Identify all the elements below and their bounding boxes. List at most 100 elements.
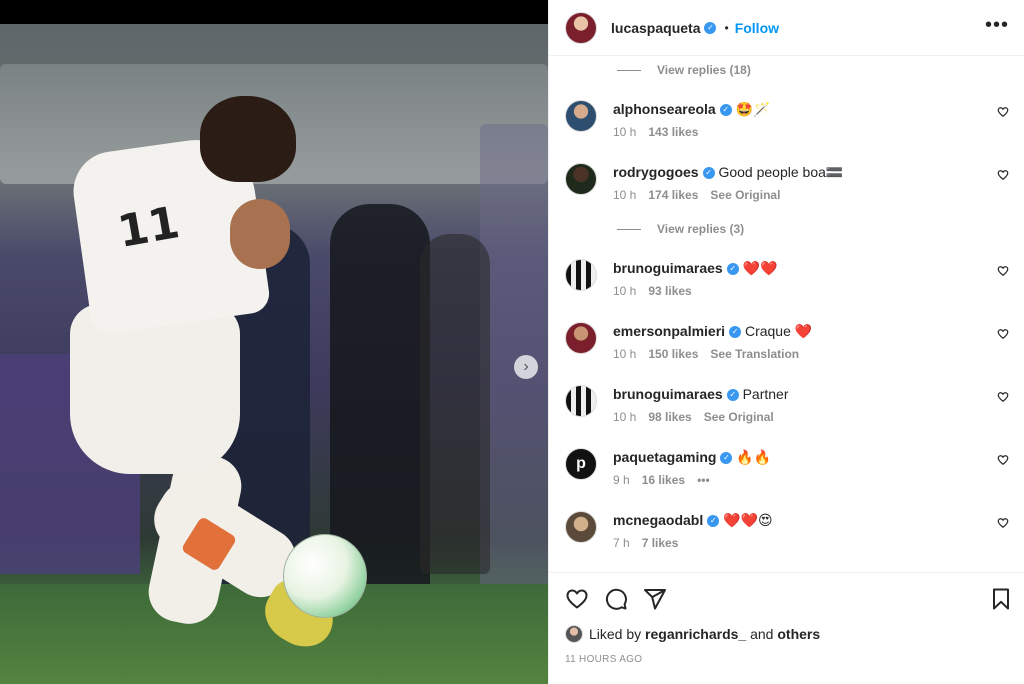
comment-meta: 9 h 16 likes ••• [613,473,973,487]
comment-username[interactable]: mcnegaodabl [613,512,703,528]
comment-meta: 10 h 143 likes [613,125,973,139]
comment-meta: 10 h 98 likes See Original [613,410,973,424]
liked-by-user[interactable]: reganrichards_ [645,626,746,642]
post-header: lucaspaqueta ✓ • Follow ••• [549,0,1024,56]
comment-item: brunoguimaraes ✓ ❤️❤️ 10 h 93 likes [565,259,1009,315]
comment-text: 🔥🔥 [736,449,772,465]
verified-icon: ✓ [729,326,742,339]
comment-line: paquetagaming ✓ 🔥🔥 [613,448,973,466]
liked-by-joiner: and [750,626,774,642]
bookmark-icon[interactable] [989,587,1013,611]
comment-text: Craque ❤️ [744,323,813,339]
verified-icon: ✓ [720,452,733,465]
comment-text: Good people boa🟰 [718,164,844,180]
comment-username[interactable]: paquetagaming [613,449,716,465]
avatar[interactable] [565,259,597,291]
comment-time: 10 h [613,125,637,139]
avatar[interactable] [565,100,597,132]
avatar[interactable]: p [565,448,597,480]
comment-username[interactable]: brunoguimaraes [613,260,723,276]
follow-button[interactable]: Follow [735,20,779,36]
heart-icon[interactable] [997,454,1009,466]
comment-likes[interactable]: 16 likes [642,473,685,487]
avatar[interactable] [565,625,583,643]
football [283,534,367,618]
comment-time: 9 h [613,473,630,487]
comment-likes[interactable]: 150 likes [648,347,698,361]
post-author-username[interactable]: lucaspaqueta [611,20,700,36]
comment-likes[interactable]: 7 likes [642,536,679,550]
avatar[interactable] [565,322,597,354]
comments-list: View replies (18) alphonseareola ✓ 🤩🪄 10 h1… [549,56,1024,572]
player-head [200,96,296,182]
comment-icon[interactable] [604,587,628,611]
comment-item: emersonpalmieri ✓ Craque ❤️ 10 h 150 likes S… [565,322,1009,378]
shirt-number: 11 [114,197,184,258]
heart-icon[interactable] [997,391,1009,403]
post-actions: Liked by reganrichards_ and others 11 HO… [549,572,1024,684]
heart-icon[interactable] [565,587,589,611]
comment-item: brunoguimaraes ✓ Partner 10 h 98 likes See O… [565,385,1009,441]
avatar[interactable] [565,385,597,417]
comment-text: ❤️❤️ [742,260,778,276]
verified-icon: ✓ [702,167,715,180]
view-replies-button[interactable]: View replies (3) [617,222,744,236]
share-icon[interactable] [643,587,667,611]
comment-meta: 7 h 7 likes [613,536,973,550]
comment-body: brunoguimaraes ✓ Partner 10 h 98 likes See O… [613,385,973,424]
chevron-right-icon[interactable]: › [514,355,538,379]
comment-username[interactable]: alphonseareola [613,101,716,117]
comment-line: rodrygogoes ✓ Good people boa🟰 [613,163,973,181]
comment-username[interactable]: brunoguimaraes [613,386,723,402]
replies-divider [617,228,641,230]
avatar[interactable] [565,11,597,44]
player-shorts [70,304,240,474]
avatar[interactable] [565,511,597,543]
heart-icon[interactable] [997,106,1009,118]
comment-line: brunoguimaraes ✓ ❤️❤️ [613,259,973,277]
comment-extra-action[interactable]: See Translation [710,347,799,361]
heart-icon[interactable] [997,517,1009,529]
comment-item: mcnegaodabl ✓ ❤️❤️😍 7 h 7 likes [565,511,1009,567]
comment-line: alphonseareola ✓ 🤩🪄 [613,100,973,118]
comment-likes[interactable]: 174 likes [648,188,698,202]
replies-divider [617,69,641,71]
comment-meta: 10 h 93 likes [613,284,973,298]
comment-extra-action[interactable]: See Original [710,188,780,202]
comment-extra-action[interactable]: ••• [697,473,710,487]
comment-text: ❤️❤️😍 [723,512,773,528]
bystander-figure [420,234,490,574]
comment-username[interactable]: emersonpalmieri [613,323,725,339]
post-sidebar: lucaspaqueta ✓ • Follow ••• View replies… [548,0,1024,684]
separator-dot: • [724,20,729,35]
liked-by-others[interactable]: others [777,626,820,642]
view-replies-button[interactable]: View replies (18) [617,63,751,77]
comment-line: brunoguimaraes ✓ Partner [613,385,973,403]
heart-icon[interactable] [997,265,1009,277]
player-arm [230,199,290,269]
comment-line: emersonpalmieri ✓ Craque ❤️ [613,322,973,340]
comment-username[interactable]: rodrygogoes [613,164,699,180]
comment-text: 🤩🪄 [735,101,771,117]
comment-time: 10 h [613,347,637,361]
comment-time: 10 h [613,410,637,424]
comment-time: 10 h [613,284,637,298]
verified-icon: ✓ [704,21,717,34]
post-photo[interactable]: 11 [0,24,548,684]
comment-text: Partner [742,386,789,402]
view-replies-label: View replies (18) [657,63,751,77]
avatar[interactable] [565,163,597,195]
heart-icon[interactable] [997,328,1009,340]
media-top-bar [0,0,548,24]
liked-by: Liked by reganrichards_ and others [565,625,820,643]
liked-by-prefix: Liked by [589,626,642,642]
heart-icon[interactable] [997,169,1009,181]
comment-likes[interactable]: 98 likes [648,410,691,424]
comment-extra-action[interactable]: See Original [704,410,774,424]
comment-likes[interactable]: 143 likes [648,125,698,139]
verified-icon: ✓ [707,515,720,528]
more-icon[interactable]: ••• [985,14,1009,37]
comment-meta: 10 h 174 likes See Original [613,188,973,202]
comment-likes[interactable]: 93 likes [648,284,691,298]
comment-line: mcnegaodabl ✓ ❤️❤️😍 [613,511,973,529]
